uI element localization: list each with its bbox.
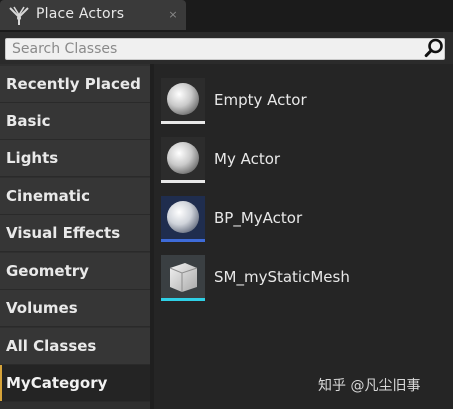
search-icon[interactable] bbox=[424, 38, 444, 58]
sidebar-item-volumes[interactable]: Volumes bbox=[0, 290, 150, 327]
sidebar-item-recently-placed[interactable]: Recently Placed bbox=[0, 66, 150, 103]
sidebar-item-mycategory[interactable]: MyCategory bbox=[0, 365, 150, 402]
place-actors-icon bbox=[7, 5, 31, 27]
search-input[interactable] bbox=[5, 38, 445, 60]
tab-strip: Place Actors × bbox=[0, 0, 453, 32]
close-icon[interactable]: × bbox=[166, 8, 180, 22]
sidebar-item-basic[interactable]: Basic bbox=[0, 103, 150, 140]
asset-row-bp-myactor[interactable]: BP_MyActor bbox=[154, 190, 453, 246]
asset-label: My Actor bbox=[214, 150, 281, 168]
asset-type-bar bbox=[161, 180, 205, 183]
asset-row-empty-actor[interactable]: Empty Actor bbox=[154, 72, 453, 128]
sidebar-item-visual-effects[interactable]: Visual Effects bbox=[0, 215, 150, 252]
asset-label: Empty Actor bbox=[214, 91, 307, 109]
asset-row-my-actor[interactable]: My Actor bbox=[154, 131, 453, 187]
sidebar-item-geometry[interactable]: Geometry bbox=[0, 253, 150, 290]
watermark-text: 知乎 @凡尘旧事 bbox=[318, 378, 421, 394]
asset-list: Empty Actor My Actor BP_MyActor SM_mySta… bbox=[154, 64, 453, 409]
category-sidebar: Recently Placed Basic Lights Cinematic V… bbox=[0, 64, 150, 409]
sidebar-item-all-classes[interactable]: All Classes bbox=[0, 328, 150, 365]
search-bar bbox=[0, 32, 453, 64]
asset-type-bar bbox=[161, 298, 205, 301]
asset-thumbnail bbox=[161, 137, 205, 183]
asset-thumbnail bbox=[161, 255, 205, 301]
asset-label: BP_MyActor bbox=[214, 209, 303, 227]
asset-thumbnail bbox=[161, 196, 205, 242]
asset-row-sm-mystaticmesh[interactable]: SM_myStaticMesh bbox=[154, 249, 453, 305]
asset-label: SM_myStaticMesh bbox=[214, 268, 350, 286]
sidebar-item-cinematic[interactable]: Cinematic bbox=[0, 178, 150, 215]
sidebar-item-lights[interactable]: Lights bbox=[0, 140, 150, 177]
asset-type-bar bbox=[161, 121, 205, 124]
tab-title: Place Actors bbox=[36, 6, 125, 22]
asset-type-bar bbox=[161, 239, 205, 242]
tab-place-actors[interactable]: Place Actors × bbox=[0, 0, 186, 30]
asset-thumbnail bbox=[161, 78, 205, 124]
